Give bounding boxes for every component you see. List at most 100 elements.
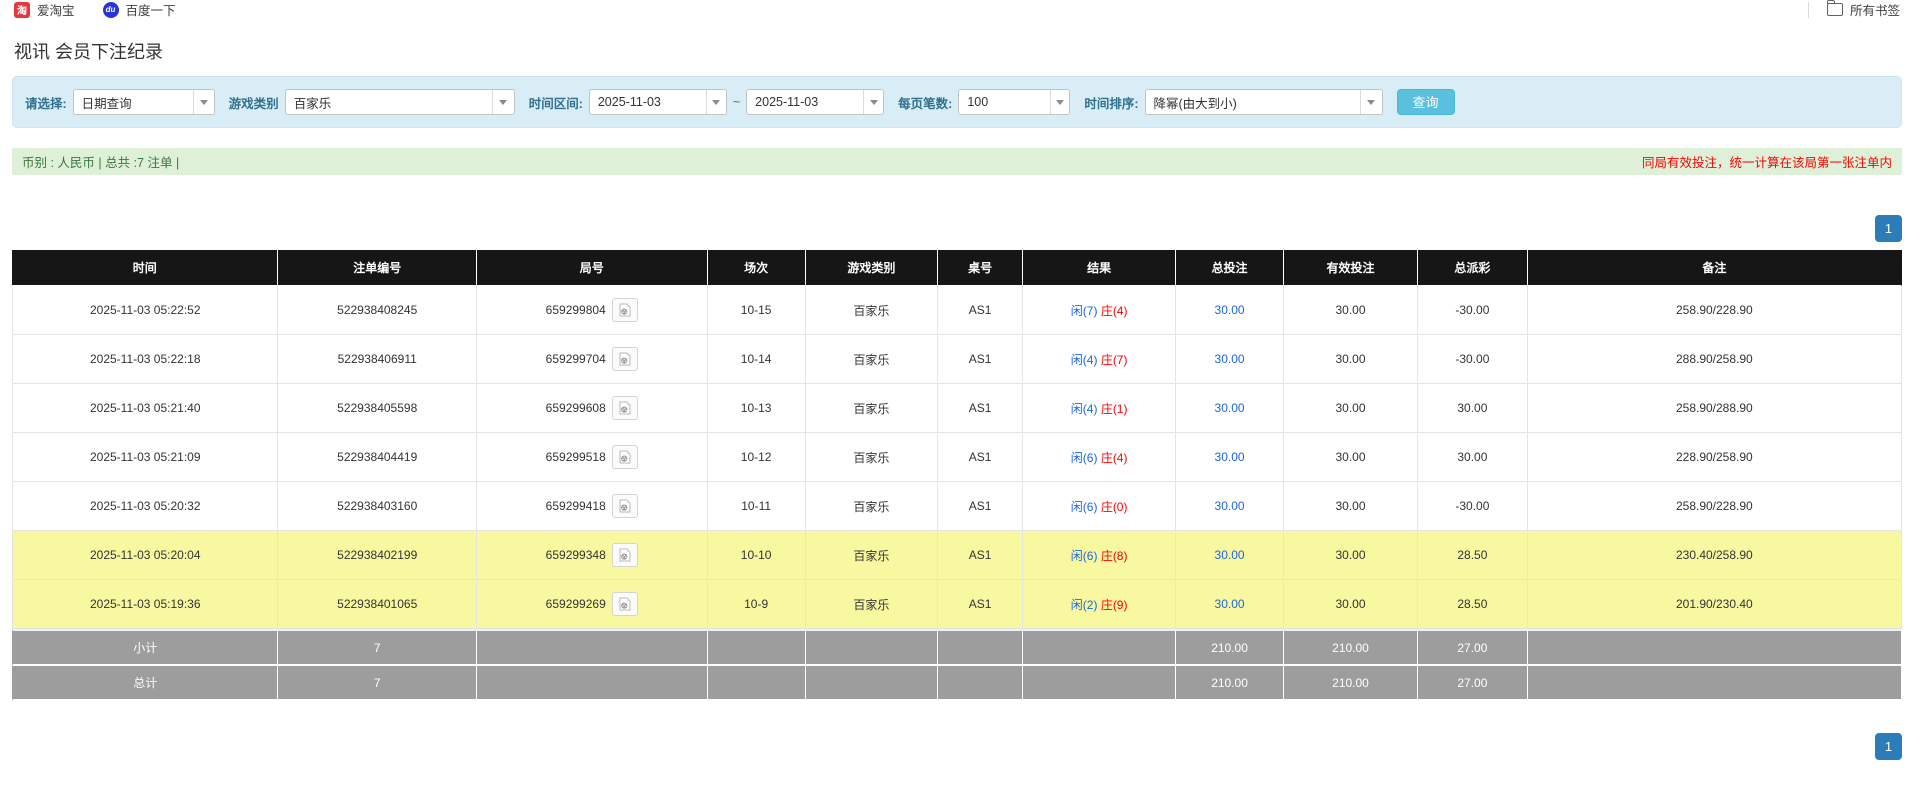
total-bet-link[interactable]: 30.00 xyxy=(1215,548,1245,562)
round-number: 659299518 xyxy=(545,450,606,464)
video-replay-button[interactable] xyxy=(611,543,638,567)
total-bet-link[interactable]: 30.00 xyxy=(1215,597,1245,611)
session-cell: 10-12 xyxy=(707,433,806,482)
table-row: 2025-11-03 05:21:40 522938405598 659299608… xyxy=(12,384,1902,433)
video-replay-button[interactable] xyxy=(611,396,638,420)
query-type-value[interactable] xyxy=(73,90,194,114)
payout-cell: 28.50 xyxy=(1418,531,1528,580)
total-bet-cell: 30.00 xyxy=(1176,286,1284,335)
table-row: 2025-11-03 05:20:32 522938403160 659299418… xyxy=(12,482,1902,531)
date-to-value[interactable] xyxy=(747,90,864,114)
filter-panel: 请选择: 游戏类别 时间区间: ~ 每页笔数: 时间排序: xyxy=(12,76,1902,128)
result-player: 闲(6) xyxy=(1070,499,1098,514)
game-type-cell: 百家乐 xyxy=(805,580,939,629)
select-type-label: 请选择: xyxy=(25,96,67,111)
bookmarks-bar: 淘 爱淘宝 du 百度一下 所有书签 xyxy=(0,0,1914,18)
table-body: 2025-11-03 05:22:52 522938408245 659299804… xyxy=(12,286,1902,629)
note-cell: 258.90/228.90 xyxy=(1527,286,1902,335)
baidu-icon: du xyxy=(102,1,119,18)
bookmark-taobao[interactable]: 淘 爱淘宝 xyxy=(14,0,75,19)
total-bet-cell: 30.00 xyxy=(1176,433,1284,482)
valid-bet-cell: 30.00 xyxy=(1283,433,1419,482)
payout-cell: -30.00 xyxy=(1418,482,1528,531)
table-number-cell: AS1 xyxy=(938,433,1024,482)
total-bet-link[interactable]: 30.00 xyxy=(1215,352,1245,366)
video-replay-button[interactable] xyxy=(611,445,638,469)
bookmark-baidu-label: 百度一下 xyxy=(125,4,176,18)
total-valid-bet: 210.00 xyxy=(1283,666,1419,701)
page-size-select[interactable] xyxy=(958,89,1071,115)
note-cell: 258.90/288.90 xyxy=(1527,384,1902,433)
column-header: 注单编号 xyxy=(278,250,477,286)
round-cell: 659299269 xyxy=(476,580,708,629)
video-replay-button[interactable] xyxy=(611,298,638,322)
subtotal-valid-bet: 210.00 xyxy=(1283,629,1419,666)
time-cell: 2025-11-03 05:21:09 xyxy=(12,433,279,482)
result-banker: 庄(1) xyxy=(1100,401,1128,416)
game-type-cell: 百家乐 xyxy=(805,433,939,482)
game-type-cell: 百家乐 xyxy=(805,531,939,580)
video-replay-button[interactable] xyxy=(611,592,638,616)
round-number: 659299418 xyxy=(545,499,606,513)
round-number: 659299704 xyxy=(545,352,606,366)
round-cell: 659299608 xyxy=(476,384,708,433)
payout-cell: -30.00 xyxy=(1418,286,1528,335)
round-number: 659299804 xyxy=(545,303,606,317)
total-count: 7 xyxy=(278,666,477,701)
result-cell: 闲(6) 庄(0) xyxy=(1023,482,1177,531)
total-bet-cell: 30.00 xyxy=(1176,580,1284,629)
payout-cell: 30.00 xyxy=(1418,384,1528,433)
chevron-down-icon[interactable] xyxy=(1359,90,1382,114)
video-replay-button[interactable] xyxy=(611,494,638,518)
result-cell: 闲(4) 庄(7) xyxy=(1023,335,1177,384)
round-cell: 659299804 xyxy=(476,286,708,335)
time-cell: 2025-11-03 05:19:36 xyxy=(12,580,279,629)
table-row: 2025-11-03 05:22:52 522938408245 659299804… xyxy=(12,286,1902,335)
query-type-select[interactable] xyxy=(72,89,215,115)
date-to-picker[interactable] xyxy=(746,89,885,115)
session-cell: 10-10 xyxy=(707,531,806,580)
bookmark-taobao-label: 爱淘宝 xyxy=(37,4,75,18)
video-replay-button[interactable] xyxy=(611,347,638,371)
all-bookmarks-button[interactable]: 所有书签 xyxy=(1826,0,1900,19)
chevron-down-icon[interactable] xyxy=(492,90,514,114)
result-cell: 闲(4) 庄(1) xyxy=(1023,384,1177,433)
chevron-down-icon[interactable] xyxy=(705,90,726,114)
payout-cell: -30.00 xyxy=(1418,335,1528,384)
column-header: 局号 xyxy=(476,250,708,286)
table-number-cell: AS1 xyxy=(938,531,1024,580)
subtotal-label: 小计 xyxy=(12,629,279,666)
result-banker: 庄(4) xyxy=(1100,303,1128,318)
bookmark-baidu[interactable]: du 百度一下 xyxy=(102,0,176,19)
search-button[interactable]: 查询 xyxy=(1396,89,1455,115)
total-bet-link[interactable]: 30.00 xyxy=(1215,303,1245,317)
page-number-button-bottom[interactable]: 1 xyxy=(1875,733,1902,760)
game-type-cell: 百家乐 xyxy=(805,384,939,433)
note-cell: 228.90/258.90 xyxy=(1527,433,1902,482)
date-from-picker[interactable] xyxy=(588,89,727,115)
chevron-down-icon[interactable] xyxy=(1050,90,1070,114)
range-separator: ~ xyxy=(732,95,741,109)
result-player: 闲(4) xyxy=(1070,401,1098,416)
total-bet-link[interactable]: 30.00 xyxy=(1215,450,1245,464)
bet-id-cell: 522938401065 xyxy=(278,580,477,629)
sort-select[interactable] xyxy=(1144,89,1383,115)
result-player: 闲(7) xyxy=(1070,303,1098,318)
game-type-select[interactable] xyxy=(284,89,515,115)
time-range-label: 时间区间: xyxy=(528,96,583,111)
chevron-down-icon[interactable] xyxy=(193,90,214,114)
note-cell: 230.40/258.90 xyxy=(1527,531,1902,580)
page-number-button-top[interactable]: 1 xyxy=(1875,215,1902,242)
note-cell: 288.90/258.90 xyxy=(1527,335,1902,384)
result-cell: 闲(2) 庄(9) xyxy=(1023,580,1177,629)
chevron-down-icon[interactable] xyxy=(863,90,884,114)
note-cell: 201.90/230.40 xyxy=(1527,580,1902,629)
total-bet-link[interactable]: 30.00 xyxy=(1215,499,1245,513)
total-bet-cell: 30.00 xyxy=(1176,482,1284,531)
total-bet-link[interactable]: 30.00 xyxy=(1215,401,1245,415)
page-size-value[interactable] xyxy=(959,90,1051,114)
sort-value[interactable] xyxy=(1145,90,1360,114)
betting-records-table: 时间 注单编号 局号 场次 游戏类别 桌号 结果 总投注 有效投注 总派彩 备注 2025-11-0… xyxy=(12,250,1902,701)
date-from-value[interactable] xyxy=(589,90,706,114)
game-type-value[interactable] xyxy=(285,90,493,114)
